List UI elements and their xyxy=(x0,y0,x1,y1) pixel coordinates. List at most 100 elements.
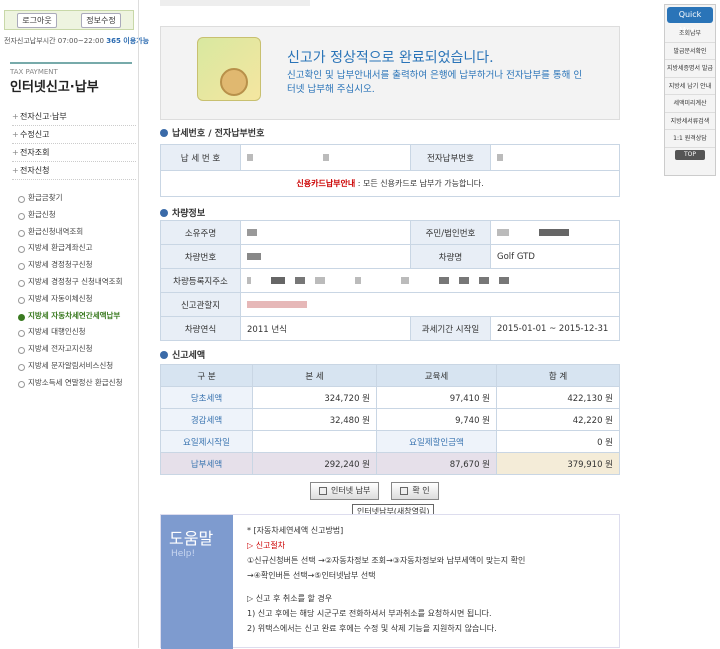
edu-tax: 9,740 원 xyxy=(376,408,497,431)
section-header: TAX PAYMENT 인터넷신고·납부 xyxy=(10,62,132,98)
main-tax: 324,720 원 xyxy=(252,386,377,409)
col-header: 본 세 xyxy=(252,364,377,387)
pay-icon xyxy=(319,487,327,495)
sub-menu-item[interactable]: 지방세 자동차세연간세액납부 xyxy=(18,308,138,325)
help-title-en: Help! xyxy=(171,549,196,559)
tax-table: 구 분 본 세 교육세 합 계 당초세액 324,720 원 97,410 원 … xyxy=(160,364,620,475)
office-label: 신고관할지 xyxy=(160,292,241,317)
help-cancel-label: ▷ 신고 후 취소를 할 경우 xyxy=(247,594,333,603)
sub-menu-item[interactable]: 지방세 대행인신청 xyxy=(18,324,138,341)
section-title-tax: 신고세액 xyxy=(160,348,205,361)
section-title-car: 차량정보 xyxy=(160,206,205,219)
taxno-value xyxy=(240,144,411,171)
sub-menu-item[interactable]: 환급금찾기 xyxy=(18,190,138,207)
carno-label: 차량번호 xyxy=(160,244,241,269)
address-value xyxy=(240,268,620,293)
sub-menu-item[interactable]: 지방세 전자고지신청 xyxy=(18,341,138,358)
epay-value xyxy=(490,144,620,171)
menu-item[interactable]: 전자신고·납부 xyxy=(12,108,136,126)
banner-title: 신고가 정상적으로 완료되었습니다. xyxy=(287,50,494,66)
edu-tax: 97,410 원 xyxy=(376,386,497,409)
account-bar: 로그아웃 정보수정 xyxy=(4,10,134,30)
edit-info-button[interactable]: 정보수정 xyxy=(81,12,121,28)
sub-menu-item[interactable]: 지방세 자동이체신청 xyxy=(18,291,138,308)
address-label: 차량등록지주소 xyxy=(160,268,241,293)
quick-menu-item[interactable]: 조회납부 xyxy=(665,25,715,43)
owner-label: 소유주명 xyxy=(160,220,241,245)
help-text: * [자동차세연세액 신고방법] ▷ 신고절차 ①신규신청버튼 선택 →②자동차… xyxy=(247,523,617,636)
menu-item[interactable]: 전자조회 xyxy=(12,144,136,162)
sum-tax: 422,130 원 xyxy=(496,386,620,409)
section-header-ko: 인터넷신고·납부 xyxy=(10,80,99,95)
total-label: 납부세액 xyxy=(160,452,253,475)
payment-start-label: 요일제시작일 xyxy=(160,430,253,453)
help-line: →④확인버튼 선택→⑤인터넷납부 선택 xyxy=(247,571,376,580)
row-label: 당초세액 xyxy=(160,386,253,409)
resident-label: 주민/법인번호 xyxy=(410,220,491,245)
confirm-icon xyxy=(400,487,409,495)
top-button[interactable]: TOP xyxy=(675,149,705,160)
menu-item[interactable]: 전자신청 xyxy=(12,162,136,180)
quick-menu-item[interactable]: 1:1 원격상담 xyxy=(665,130,715,148)
period-value: 2015-01-01 ~ 2015-12-31 xyxy=(490,316,620,341)
help-badge: 도움말 Help! xyxy=(161,515,233,649)
help-title-ko: 도움말 xyxy=(169,529,214,548)
year-label: 차량연식 xyxy=(160,316,241,341)
sub-menu-item[interactable]: 지방세 경정청구 신청내역조회 xyxy=(18,274,138,291)
table-row: 당초세액 324,720 원 97,410 원 422,130 원 xyxy=(160,386,620,409)
table-row: 경감세액 32,480 원 9,740 원 42,220 원 xyxy=(160,408,620,431)
row-label: 경감세액 xyxy=(160,408,253,431)
owner-value xyxy=(240,220,411,245)
card-notice: 신용카드납부안내 : 모든 신용카드로 납부가 가능합니다. xyxy=(160,170,620,197)
sub-menu: 환급금찾기 환급신청 환급신청내역조회 지방세 환급계좌신고 지방세 경정청구신청 지방세… xyxy=(18,190,138,392)
taxno-table: 납 세 번 호 전자납부번호 신용카드납부안내 : 모든 신용카드로 납부가 가… xyxy=(160,144,620,197)
quick-menu-item[interactable]: 세액미리계산 xyxy=(665,95,715,113)
payment-discount-label: 요일제할인금액 xyxy=(376,430,497,453)
sub-menu-item[interactable]: 지방소득세 연말정산 환급신청 xyxy=(18,375,138,392)
main-tax: 32,480 원 xyxy=(252,408,377,431)
sub-menu-item[interactable]: 환급신청내역조회 xyxy=(18,224,138,241)
confirm-button[interactable]: 확 인 xyxy=(391,482,439,500)
total-main: 292,240 원 xyxy=(252,452,377,475)
quick-menu-item[interactable]: 지방세서류검색 xyxy=(665,113,715,130)
office-value xyxy=(240,292,620,317)
page-title xyxy=(160,0,310,6)
col-header: 구 분 xyxy=(160,364,253,387)
sub-menu-item[interactable]: 지방세 경정청구신청 xyxy=(18,257,138,274)
table-row: 요일제시작일 요일제할인금액 0 원 xyxy=(160,430,620,453)
section-title-taxno: 납세번호 / 전자납부번호 xyxy=(160,126,264,139)
help-line: 1) 신고 후에는 해당 시군구로 전화하셔서 부과취소를 요청하시면 됩니다. xyxy=(247,609,492,618)
resident-value xyxy=(490,220,620,245)
completion-banner: 신고가 정상적으로 완료되었습니다. 신고확인 및 납부안내서를 출력하여 은행… xyxy=(160,26,620,120)
internet-pay-button[interactable]: 인터넷 납부 xyxy=(310,482,380,500)
quick-menu-item[interactable]: 발급문서확인 xyxy=(665,43,715,60)
help-line: ①신규신청버튼 선택 →②자동차정보 조회→③자동차정보와 납부세액이 맞는지 … xyxy=(247,556,526,565)
carno-value xyxy=(240,244,411,269)
taxno-label: 납 세 번 호 xyxy=(160,144,241,171)
help-box: 도움말 Help! * [자동차세연세액 신고방법] ▷ 신고절차 ①신규신청버… xyxy=(160,514,620,649)
sub-menu-item[interactable]: 지방세 문자알림서비스신청 xyxy=(18,358,138,375)
sub-menu-item[interactable]: 환급신청 xyxy=(18,207,138,224)
quick-menu-title: Quick Menu xyxy=(667,7,713,35)
coins-icon xyxy=(197,37,261,101)
col-header: 합 계 xyxy=(496,364,620,387)
carname-value: Golf GTD xyxy=(490,244,620,269)
left-sidebar: 로그아웃 정보수정 전자신고납부시간 07:00~22:00 365 이용가능 … xyxy=(0,0,149,648)
menu-item[interactable]: 수정신고 xyxy=(12,126,136,144)
help-proc-label: ▷ 신고절차 xyxy=(247,541,286,550)
car-table: 소유주명 주민/법인번호 차량번호 차량명 Golf GTD 차량등록지주소 신… xyxy=(160,220,620,341)
quick-menu-item[interactable]: 지방세증명서 발급 xyxy=(665,60,715,78)
sub-menu-item[interactable]: 지방세 환급계좌신고 xyxy=(18,240,138,257)
service-hours: 전자신고납부시간 07:00~22:00 365 이용가능 xyxy=(4,37,150,45)
year-value: 2011 년식 xyxy=(240,316,411,341)
help-line: 2) 위택스에서는 신고 완료 후에는 수정 및 삭제 기능을 지원하지 않습니… xyxy=(247,624,497,633)
table-row-total: 납부세액 292,240 원 87,670 원 379,910 원 xyxy=(160,452,620,475)
action-buttons: 인터넷 납부 확 인 xyxy=(310,482,439,500)
banner-desc: 신고확인 및 납부안내서를 출력하여 은행에 납부하거나 전자납부를 통해 인터… xyxy=(287,70,583,95)
sum-tax: 42,220 원 xyxy=(496,408,620,431)
quick-menu-item[interactable]: 지방세 납기 안내 xyxy=(665,78,715,95)
help-heading: * [자동차세연세액 신고방법] xyxy=(247,526,344,535)
quick-menu: Quick Menu 조회납부 발급문서확인 지방세증명서 발급 지방세 납기 안내 세… xyxy=(664,4,716,176)
logout-button[interactable]: 로그아웃 xyxy=(17,12,57,28)
period-label: 과세기간 시작일 xyxy=(410,316,491,341)
